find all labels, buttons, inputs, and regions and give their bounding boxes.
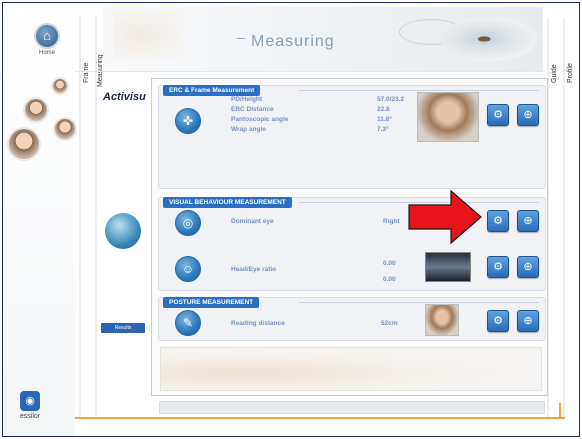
reading-distance-label: Reading distance	[231, 320, 285, 327]
app-window: ⌂ Home ◉ essilor Frame Measuring Guide P…	[2, 2, 580, 437]
page-title: Measuring	[251, 33, 335, 50]
posture-photo	[425, 304, 459, 336]
header-divider	[75, 71, 545, 72]
tab-profile[interactable]: Profile	[565, 17, 579, 417]
avatar-older-man[interactable]	[53, 117, 77, 141]
eye-icon: ◎	[175, 210, 201, 236]
reading-distance-value: 52cm	[381, 320, 398, 327]
posture-view-button[interactable]: ⊕	[517, 310, 539, 332]
tab-profile-label: Profile	[567, 63, 574, 83]
brand-title: Activisu	[103, 91, 146, 103]
head-icon: ☺	[175, 256, 201, 282]
tab-guide-label: Guide	[551, 64, 558, 83]
erc-label-pantoscopic: Pantoscopic angle	[231, 116, 289, 123]
section-divider	[299, 90, 539, 91]
avatar-man[interactable]	[23, 97, 49, 123]
erc-label-pd: PD/Height	[231, 96, 263, 103]
erc-photo	[417, 92, 479, 142]
dominant-eye-view-button[interactable]: ⊕	[517, 210, 539, 232]
erc-view-button[interactable]: ⊕	[517, 104, 539, 126]
tab-frame-label: Frame	[83, 62, 90, 83]
footer-accent-line	[75, 417, 565, 419]
erc-value-pd: 57.0/23.2	[377, 96, 405, 103]
visual-section-title: VISUAL BEHAVIOUR MEASUREMENT	[163, 197, 292, 208]
left-sidebar: ⌂ Home ◉ essilor	[3, 3, 77, 436]
dominant-eye-measure-button[interactable]: ⚙	[487, 210, 509, 232]
essilor-logo-icon: ◉	[20, 391, 40, 411]
erc-value-distance: 22.8	[377, 106, 390, 113]
head-eye-value-1: 0.00	[383, 260, 396, 267]
status-bar	[159, 401, 545, 414]
erc-value-wrap: 7.3°	[377, 126, 389, 133]
head-eye-photo	[425, 252, 471, 282]
erc-section: ERC & Frame Measurement ✜ PD/Height ERC …	[158, 85, 546, 189]
header-face-image	[113, 11, 183, 59]
header-arrow-icon	[237, 38, 245, 39]
section-divider	[299, 302, 539, 303]
posture-icon: ✎	[175, 310, 201, 336]
posture-measure-button[interactable]: ⚙	[487, 310, 509, 332]
erc-label-distance: ERC Distance	[231, 106, 274, 113]
erc-measure-button[interactable]: ⚙	[487, 104, 509, 126]
red-arrow-icon	[408, 189, 482, 245]
home-icon: ⌂	[34, 23, 60, 49]
tab-measuring[interactable]: Measuring	[95, 17, 109, 417]
essilor-text: essilor	[19, 413, 41, 420]
eye-image	[441, 17, 537, 61]
visual-section: VISUAL BEHAVIOUR MEASUREMENT ◎ Dominant …	[158, 197, 546, 291]
footer-accent-tick	[559, 403, 561, 418]
home-button[interactable]: ⌂ Home	[31, 23, 63, 56]
essilor-brand: ◉ essilor	[15, 391, 45, 420]
dominant-eye-value: Right	[383, 218, 400, 225]
posture-section: POSTURE MEASUREMENT ✎ Reading distance 5…	[158, 297, 546, 341]
header-banner: Measuring	[103, 7, 543, 71]
tab-frame[interactable]: Frame	[81, 17, 95, 417]
tab-guide[interactable]: Guide	[549, 17, 563, 417]
dominant-eye-label: Dominant eye	[231, 218, 274, 225]
erc-label-wrap: Wrap angle	[231, 126, 266, 133]
home-label: Home	[38, 50, 55, 56]
activisu-device-icon	[105, 213, 141, 249]
erc-section-title: ERC & Frame Measurement	[163, 85, 261, 96]
avatar-small[interactable]	[51, 77, 69, 95]
avatar-woman[interactable]	[7, 127, 41, 161]
footer-banner-image	[160, 347, 542, 391]
head-eye-label: Head/Eye ratio	[231, 266, 277, 273]
head-eye-measure-button[interactable]: ⚙	[487, 256, 509, 278]
head-eye-view-button[interactable]: ⊕	[517, 256, 539, 278]
results-button[interactable]: Results	[101, 323, 145, 333]
head-eye-value-2: 0.00	[383, 276, 396, 283]
posture-section-title: POSTURE MEASUREMENT	[163, 297, 260, 308]
erc-icon: ✜	[175, 108, 201, 134]
erc-value-pantoscopic: 11.8°	[377, 116, 392, 123]
